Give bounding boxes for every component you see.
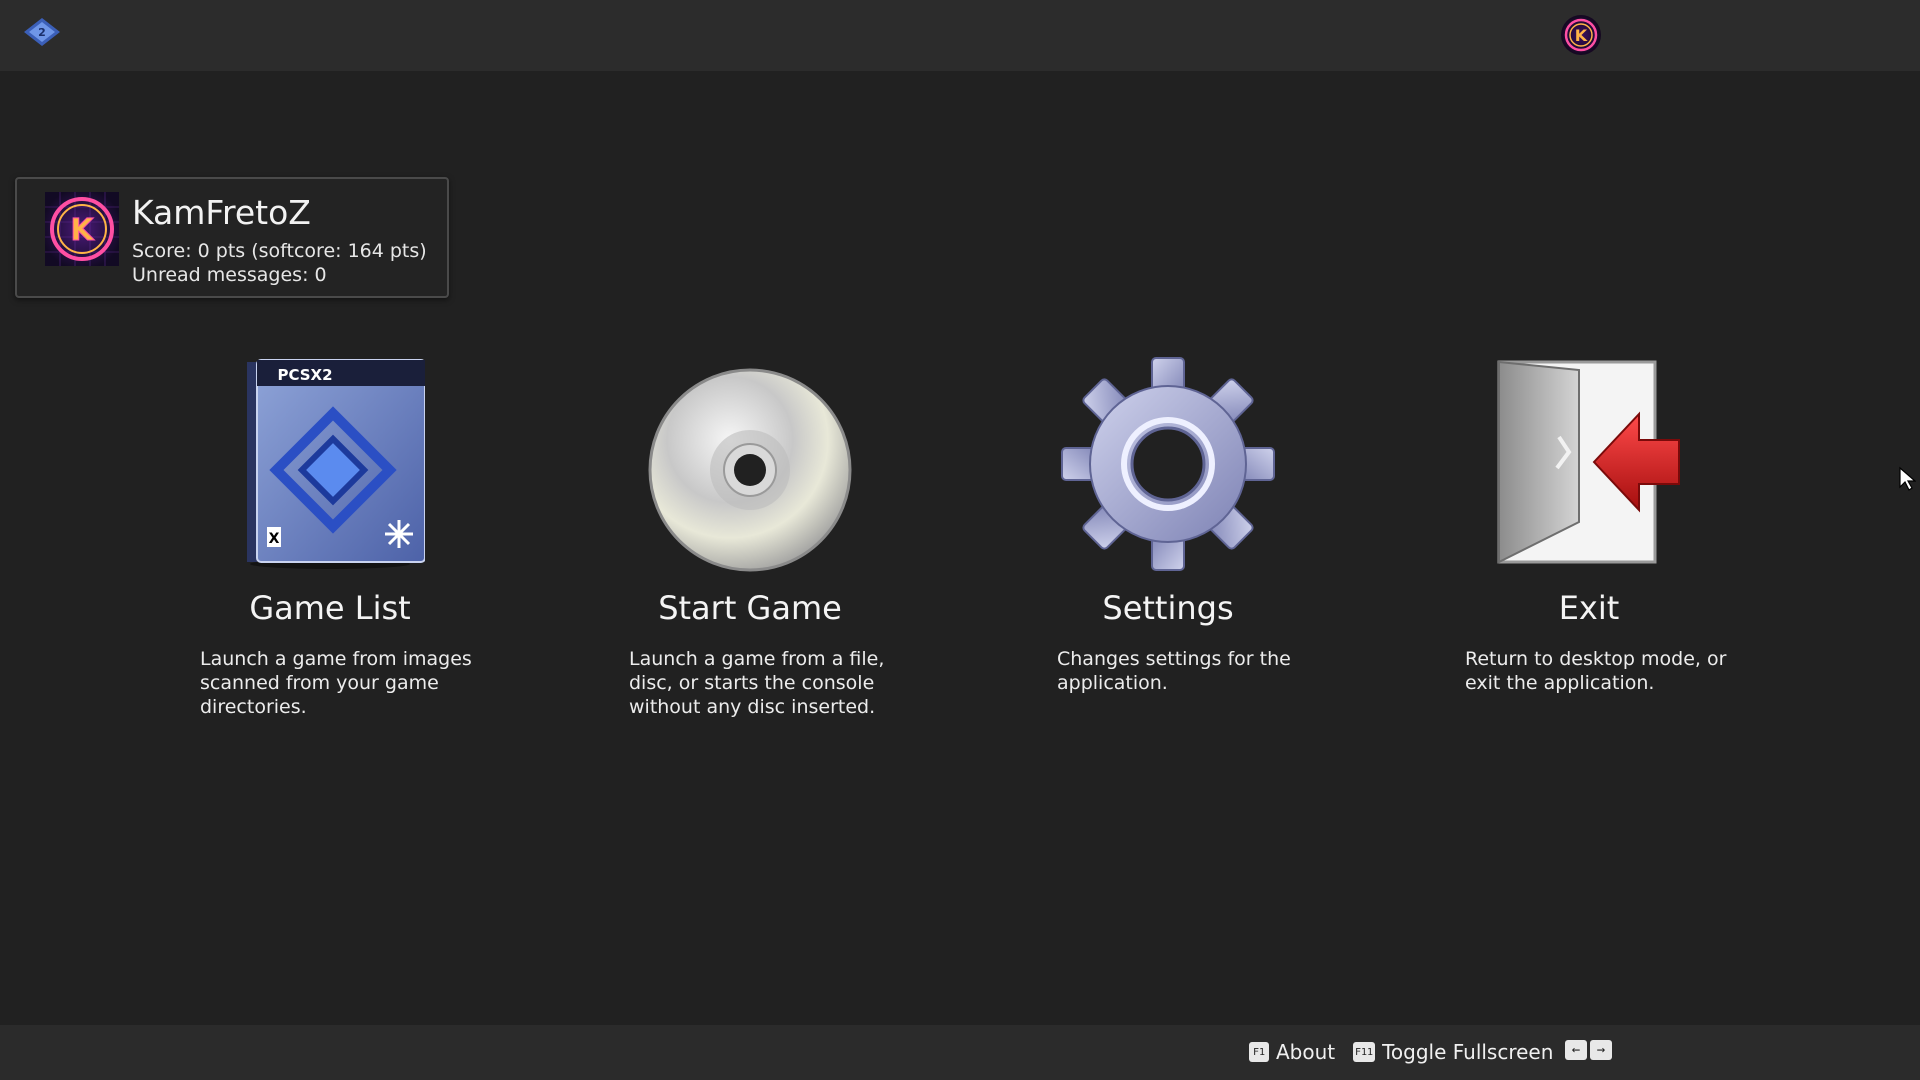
user-score: Score: 0 pts (softcore: 164 pts) [132,240,427,262]
arrow-right-key-icon: → [1590,1040,1612,1060]
disc-icon [565,352,935,572]
svg-text:2: 2 [38,26,46,39]
arrow-left-key-icon: ← [1565,1040,1587,1060]
navigate-shortcut[interactable]: ← → [1565,1040,1612,1060]
pcsx2-logo-icon: 2 [22,16,62,48]
game-case-icon: PCSX2 X [145,352,515,572]
svg-text:K: K [1575,26,1588,45]
f1-key-icon: F1 [1249,1042,1269,1062]
menu-item-start-game[interactable]: Start Game Launch a game from a file, di… [565,352,935,732]
menu-description: Launch a game from images scanned from y… [200,648,472,718]
menu-title: Game List [249,589,411,627]
menu-item-settings[interactable]: Settings Changes settings for the applic… [983,352,1353,732]
gear-icon [983,352,1353,572]
f11-key-icon: F11 [1353,1042,1376,1062]
menu-title: Exit [1558,589,1620,627]
menu-title: Settings [1102,589,1234,627]
svg-text:X: X [269,531,280,547]
user-profile-card: K KamFretoZ Score: 0 pts (softcore: 164 … [15,177,449,298]
toggle-fullscreen-shortcut[interactable]: F11 Toggle Fullscreen [1353,1040,1553,1064]
top-bar: 2 K [0,0,1920,71]
user-name: KamFretoZ [132,193,311,232]
about-shortcut[interactable]: F1 About [1249,1040,1335,1064]
mouse-cursor-icon [1898,466,1917,492]
about-label: About [1276,1040,1336,1064]
svg-text:K: K [70,213,95,248]
menu-title: Start Game [658,589,842,627]
svg-text:PCSX2: PCSX2 [277,366,332,384]
menu-description: Launch a game from a file, disc, or star… [629,648,885,718]
bottom-bar [0,1025,1920,1080]
menu-item-game-list[interactable]: PCSX2 X Game List Launch a game from ima… [145,352,515,732]
unread-messages: Unread messages: 0 [132,264,327,286]
menu-description: Return to desktop mode, or exit the appl… [1465,648,1727,694]
exit-door-icon [1404,352,1774,572]
menu-description: Changes settings for the application. [1057,648,1291,694]
user-avatar-icon: K [45,192,119,266]
user-avatar-icon[interactable]: K [1560,14,1602,56]
menu-item-exit[interactable]: Exit Return to desktop mode, or exit the… [1404,352,1774,732]
toggle-fullscreen-label: Toggle Fullscreen [1382,1040,1554,1064]
